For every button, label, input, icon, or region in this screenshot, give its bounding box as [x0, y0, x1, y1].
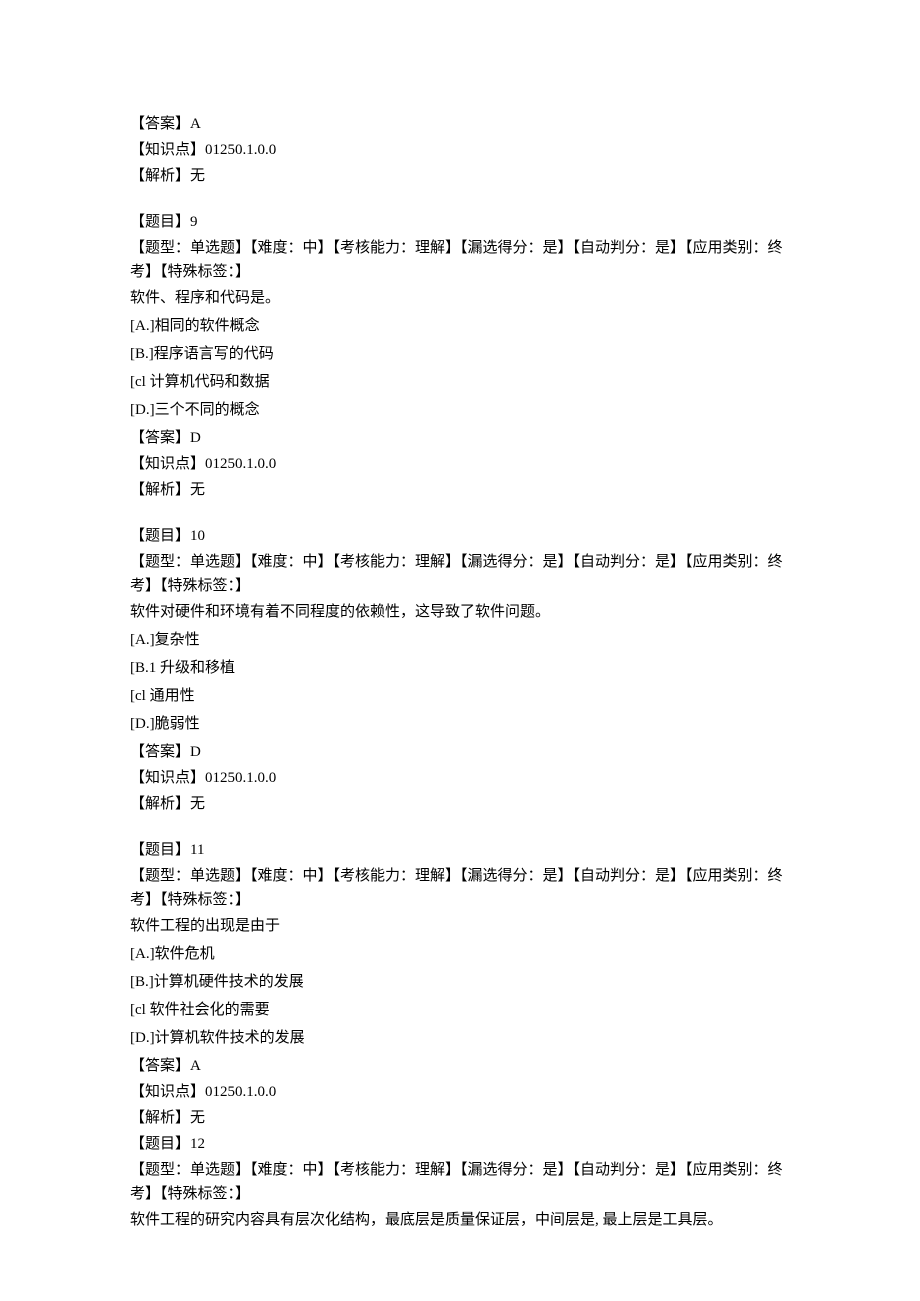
- answer-line: 【答案】D: [130, 740, 790, 764]
- answer-label: 【答案】: [130, 430, 190, 446]
- title-label: 【题目】: [130, 1136, 190, 1152]
- answer-label: 【答案】: [130, 1058, 190, 1074]
- answer-label: 【答案】: [130, 744, 190, 760]
- explain-value: 无: [190, 1110, 205, 1126]
- option-a: [A.]软件危机: [130, 942, 790, 966]
- question-meta: 【题型：单选题】【难度：中】【考核能力：理解】【漏选得分：是】【自动判分：是】【…: [130, 550, 790, 598]
- title-number: 11: [190, 842, 204, 858]
- knowledge-value: 01250.1.0.0: [205, 1084, 276, 1100]
- answer-value: A: [190, 1058, 201, 1074]
- title-number: 10: [190, 528, 205, 544]
- question-stem: 软件工程的研究内容具有层次化结构，最底层是质量保证层，中间层是, 最上层是工具层…: [130, 1208, 790, 1232]
- question-title: 【题目】9: [130, 210, 790, 234]
- knowledge-line: 【知识点】01250.1.0.0: [130, 1080, 790, 1104]
- option-d: [D.]三个不同的概念: [130, 398, 790, 422]
- explain-line: 【解析】无: [130, 792, 790, 816]
- question-stem: 软件对硬件和环境有着不同程度的依赖性，这导致了软件问题。: [130, 600, 790, 624]
- explain-label: 【解析】: [130, 482, 190, 498]
- knowledge-line: 【知识点】01250.1.0.0: [130, 452, 790, 476]
- title-number: 12: [190, 1136, 205, 1152]
- explain-line: 【解析】无: [130, 478, 790, 502]
- question-title: 【题目】12: [130, 1132, 790, 1156]
- document-page: 【答案】A 【知识点】01250.1.0.0 【解析】无 【题目】9 【题型：单…: [0, 0, 920, 1301]
- question-meta: 【题型：单选题】【难度：中】【考核能力：理解】【漏选得分：是】【自动判分：是】【…: [130, 1158, 790, 1206]
- option-c: [cl 通用性: [130, 684, 790, 708]
- explain-line: 【解析】无: [130, 164, 790, 188]
- knowledge-line: 【知识点】01250.1.0.0: [130, 138, 790, 162]
- option-a: [A.]复杂性: [130, 628, 790, 652]
- knowledge-label: 【知识点】: [130, 142, 205, 158]
- knowledge-label: 【知识点】: [130, 1084, 205, 1100]
- knowledge-value: 01250.1.0.0: [205, 770, 276, 786]
- explain-label: 【解析】: [130, 796, 190, 812]
- option-c: [cl 计算机代码和数据: [130, 370, 790, 394]
- title-number: 9: [190, 214, 198, 230]
- option-b: [B.]计算机硬件技术的发展: [130, 970, 790, 994]
- knowledge-value: 01250.1.0.0: [205, 456, 276, 472]
- knowledge-label: 【知识点】: [130, 770, 205, 786]
- answer-value: A: [190, 116, 201, 132]
- question-title: 【题目】11: [130, 838, 790, 862]
- spacer: [130, 818, 790, 836]
- question-stem: 软件、程序和代码是。: [130, 286, 790, 310]
- explain-value: 无: [190, 482, 205, 498]
- question-meta: 【题型：单选题】【难度：中】【考核能力：理解】【漏选得分：是】【自动判分：是】【…: [130, 236, 790, 284]
- explain-label: 【解析】: [130, 168, 190, 184]
- title-label: 【题目】: [130, 528, 190, 544]
- answer-line: 【答案】A: [130, 112, 790, 136]
- knowledge-line: 【知识点】01250.1.0.0: [130, 766, 790, 790]
- knowledge-value: 01250.1.0.0: [205, 142, 276, 158]
- explain-value: 无: [190, 168, 205, 184]
- option-d: [D.]脆弱性: [130, 712, 790, 736]
- option-d: [D.]计算机软件技术的发展: [130, 1026, 790, 1050]
- spacer: [130, 190, 790, 208]
- answer-value: D: [190, 744, 201, 760]
- answer-value: D: [190, 430, 201, 446]
- option-c: [cl 软件社会化的需要: [130, 998, 790, 1022]
- question-title: 【题目】10: [130, 524, 790, 548]
- question-meta: 【题型：单选题】【难度：中】【考核能力：理解】【漏选得分：是】【自动判分：是】【…: [130, 864, 790, 912]
- title-label: 【题目】: [130, 214, 190, 230]
- explain-line: 【解析】无: [130, 1106, 790, 1130]
- explain-value: 无: [190, 796, 205, 812]
- option-b: [B.1 升级和移植: [130, 656, 790, 680]
- question-stem: 软件工程的出现是由于: [130, 914, 790, 938]
- option-b: [B.]程序语言写的代码: [130, 342, 790, 366]
- knowledge-label: 【知识点】: [130, 456, 205, 472]
- spacer: [130, 504, 790, 522]
- answer-line: 【答案】A: [130, 1054, 790, 1078]
- explain-label: 【解析】: [130, 1110, 190, 1126]
- answer-label: 【答案】: [130, 116, 190, 132]
- title-label: 【题目】: [130, 842, 190, 858]
- answer-line: 【答案】D: [130, 426, 790, 450]
- option-a: [A.]相同的软件概念: [130, 314, 790, 338]
